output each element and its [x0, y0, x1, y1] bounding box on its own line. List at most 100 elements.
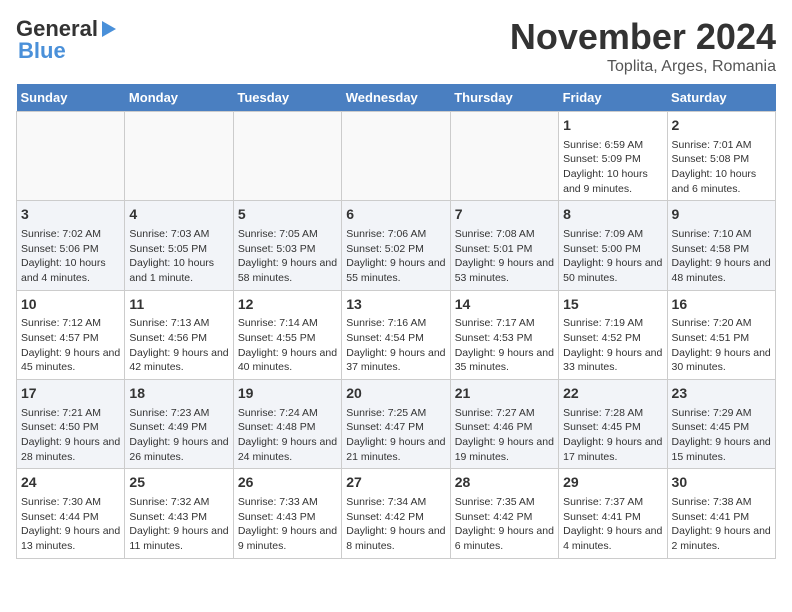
- day-number: 11: [129, 295, 228, 315]
- day-info: Sunset: 4:51 PM: [672, 331, 771, 346]
- calendar-cell: 28Sunrise: 7:35 AMSunset: 4:42 PMDayligh…: [450, 469, 558, 558]
- calendar-cell: 9Sunrise: 7:10 AMSunset: 4:58 PMDaylight…: [667, 201, 775, 290]
- day-info: Sunset: 4:54 PM: [346, 331, 445, 346]
- calendar-cell: 1Sunrise: 6:59 AMSunset: 5:09 PMDaylight…: [559, 112, 667, 201]
- day-info: Sunset: 4:56 PM: [129, 331, 228, 346]
- calendar-cell: [342, 112, 450, 201]
- day-info: Sunset: 4:43 PM: [238, 510, 337, 525]
- logo-general: General: [16, 16, 98, 41]
- day-info: Sunrise: 7:12 AM: [21, 316, 120, 331]
- day-number: 25: [129, 473, 228, 493]
- calendar-cell: [233, 112, 341, 201]
- calendar-cell: 24 Sunrise: 7:30 AMSunset: 4:44 PMDayligh…: [17, 469, 125, 558]
- day-info: Sunrise: 7:38 AM: [672, 495, 771, 510]
- weekday-header: Sunday: [17, 84, 125, 112]
- calendar-cell: [450, 112, 558, 201]
- day-info: Daylight: 9 hours and 17 minutes.: [563, 435, 662, 464]
- day-number: 20: [346, 384, 445, 404]
- calendar-cell: 14Sunrise: 7:17 AMSunset: 4:53 PMDayligh…: [450, 290, 558, 379]
- day-info: Sunrise: 7:06 AM: [346, 227, 445, 242]
- day-info: Sunrise: 7:24 AM: [238, 406, 337, 421]
- calendar-cell: 7Sunrise: 7:08 AMSunset: 5:01 PMDaylight…: [450, 201, 558, 290]
- calendar-cell: 16Sunrise: 7:20 AMSunset: 4:51 PMDayligh…: [667, 290, 775, 379]
- day-info: Sunrise: 7:20 AM: [672, 316, 771, 331]
- calendar-cell: 3Sunrise: 7:02 AMSunset: 5:06 PMDaylight…: [17, 201, 125, 290]
- day-info: Daylight: 10 hours and 4 minutes.: [21, 256, 120, 285]
- logo: General Blue: [16, 16, 116, 64]
- day-number: 13: [346, 295, 445, 315]
- day-info: Sunset: 4:45 PM: [563, 420, 662, 435]
- day-info: Daylight: 9 hours and 50 minutes.: [563, 256, 662, 285]
- day-info: Sunrise: 7:35 AM: [455, 495, 554, 510]
- day-number: 23: [672, 384, 771, 404]
- day-number: 16: [672, 295, 771, 315]
- day-info: Sunrise: 7:05 AM: [238, 227, 337, 242]
- day-info: Sunset: 4:43 PM: [129, 510, 228, 525]
- calendar-cell: 27Sunrise: 7:34 AMSunset: 4:42 PMDayligh…: [342, 469, 450, 558]
- day-number: 6: [346, 205, 445, 225]
- day-info: Sunset: 4:57 PM: [21, 331, 120, 346]
- day-info: Daylight: 9 hours and 55 minutes.: [346, 256, 445, 285]
- calendar-cell: 6 Sunrise: 7:06 AMSunset: 5:02 PMDaylight…: [342, 201, 450, 290]
- calendar-cell: 22Sunrise: 7:28 AMSunset: 4:45 PMDayligh…: [559, 380, 667, 469]
- day-number: 12: [238, 295, 337, 315]
- day-info: Sunrise: 7:03 AM: [129, 227, 228, 242]
- day-number: 10: [21, 295, 120, 315]
- day-number: 17: [21, 384, 120, 404]
- day-number: 7: [455, 205, 554, 225]
- day-info: Sunset: 5:00 PM: [563, 242, 662, 257]
- calendar-cell: 8 Sunrise: 7:09 AMSunset: 5:00 PMDaylight…: [559, 201, 667, 290]
- calendar-cell: 2Sunrise: 7:01 AMSunset: 5:08 PMDaylight…: [667, 112, 775, 201]
- day-info: Daylight: 9 hours and 2 minutes.: [672, 524, 771, 553]
- weekday-header: Thursday: [450, 84, 558, 112]
- day-info: Sunrise: 7:37 AM: [563, 495, 662, 510]
- day-number: 5: [238, 205, 337, 225]
- day-info: Sunset: 5:05 PM: [129, 242, 228, 257]
- day-info: Sunrise: 7:27 AM: [455, 406, 554, 421]
- day-info: Sunrise: 7:09 AM: [563, 227, 662, 242]
- day-info: Daylight: 9 hours and 26 minutes.: [129, 435, 228, 464]
- day-info: Sunset: 4:42 PM: [346, 510, 445, 525]
- calendar-cell: 25Sunrise: 7:32 AMSunset: 4:43 PMDayligh…: [125, 469, 233, 558]
- calendar-cell: 10Sunrise: 7:12 AMSunset: 4:57 PMDayligh…: [17, 290, 125, 379]
- day-number: 27: [346, 473, 445, 493]
- day-info: Daylight: 10 hours and 6 minutes.: [672, 167, 771, 196]
- day-number: 24: [21, 473, 120, 493]
- day-info: Daylight: 9 hours and 28 minutes.: [21, 435, 120, 464]
- day-number: 3: [21, 205, 120, 225]
- day-number: 22: [563, 384, 662, 404]
- calendar-cell: 18Sunrise: 7:23 AMSunset: 4:49 PMDayligh…: [125, 380, 233, 469]
- day-info: Sunrise: 6:59 AM: [563, 138, 662, 153]
- day-info: Sunrise: 7:19 AM: [563, 316, 662, 331]
- day-info: Sunrise: 7:25 AM: [346, 406, 445, 421]
- day-info: Daylight: 9 hours and 53 minutes.: [455, 256, 554, 285]
- calendar-cell: [17, 112, 125, 201]
- day-info: Sunrise: 7:30 AM: [21, 495, 120, 510]
- day-info: Sunset: 4:44 PM: [21, 510, 120, 525]
- day-info: Daylight: 9 hours and 13 minutes.: [21, 524, 120, 553]
- month-title: November 2024: [510, 16, 776, 58]
- calendar-cell: 13Sunrise: 7:16 AMSunset: 4:54 PMDayligh…: [342, 290, 450, 379]
- day-number: 19: [238, 384, 337, 404]
- page-header: General Blue November 2024 Toplita, Arge…: [16, 16, 776, 76]
- day-info: Sunset: 5:02 PM: [346, 242, 445, 257]
- calendar-cell: 15Sunrise: 7:19 AMSunset: 4:52 PMDayligh…: [559, 290, 667, 379]
- day-info: Sunset: 4:55 PM: [238, 331, 337, 346]
- day-info: Sunrise: 7:01 AM: [672, 138, 771, 153]
- day-info: Sunset: 4:42 PM: [455, 510, 554, 525]
- day-info: Sunset: 5:03 PM: [238, 242, 337, 257]
- day-info: Daylight: 9 hours and 19 minutes.: [455, 435, 554, 464]
- day-info: Sunset: 4:48 PM: [238, 420, 337, 435]
- day-info: Sunset: 5:06 PM: [21, 242, 120, 257]
- day-info: Sunset: 4:47 PM: [346, 420, 445, 435]
- day-number: 14: [455, 295, 554, 315]
- day-info: Sunset: 5:09 PM: [563, 152, 662, 167]
- title-block: November 2024 Toplita, Arges, Romania: [510, 16, 776, 76]
- day-info: Daylight: 9 hours and 8 minutes.: [346, 524, 445, 553]
- day-info: Daylight: 9 hours and 37 minutes.: [346, 346, 445, 375]
- day-info: Sunrise: 7:17 AM: [455, 316, 554, 331]
- day-info: Sunset: 4:50 PM: [21, 420, 120, 435]
- day-number: 8: [563, 205, 662, 225]
- weekday-header: Friday: [559, 84, 667, 112]
- day-info: Daylight: 9 hours and 9 minutes.: [238, 524, 337, 553]
